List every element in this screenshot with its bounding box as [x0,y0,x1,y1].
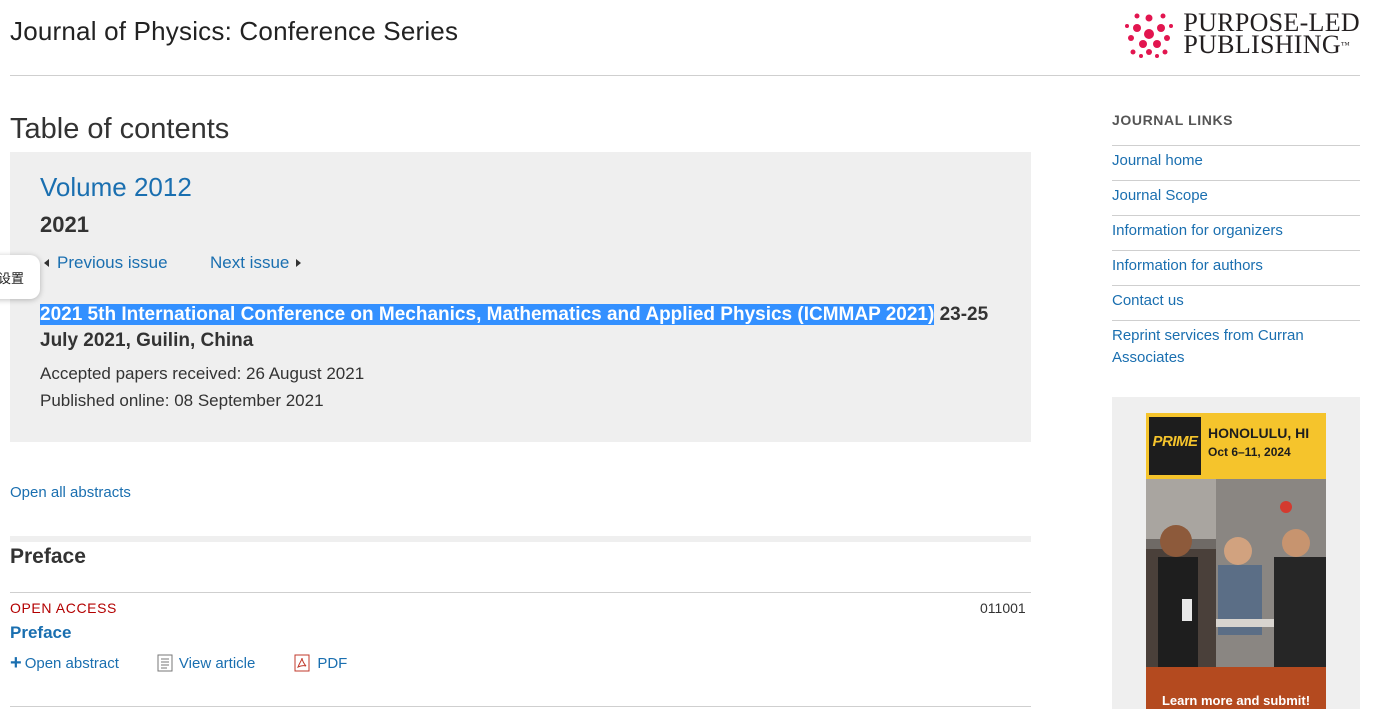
sidebar-link-contact[interactable]: Contact us [1112,286,1360,321]
conference-title: 2021 5th International Conference on Mec… [40,302,1000,354]
plus-icon: + [10,652,22,674]
issue-year: 2021 [40,212,89,237]
article-title-link[interactable]: Preface [10,623,71,643]
next-issue-link[interactable]: Next issue [210,253,302,273]
previous-issue-link[interactable]: Previous issue [44,253,168,273]
conference-title-selected: 2021 5th International Conference on Mec… [40,304,935,325]
page-title: Table of contents [10,113,230,145]
journal-title[interactable]: Journal of Physics: Conference Series [10,16,458,47]
ad-header: PRIME HONOLULU, HI Oct 6–11, 2024 [1146,413,1326,479]
pdf-link[interactable]: PDF [293,654,347,672]
pdf-label: PDF [317,654,348,672]
journal-links-sidebar: JOURNAL LINKS Journal home Journal Scope… [1112,112,1360,377]
site-header: Journal of Physics: Conference Series PU… [10,0,1360,76]
open-abstract-label: Open abstract [24,654,119,672]
open-abstract-button[interactable]: + Open abstract [10,652,119,674]
advertisement-panel: PRIME HONOLULU, HI Oct 6–11, 2024 Learn … [1112,397,1360,709]
prime-logo: PRIME [1149,417,1201,475]
caret-right-icon [296,259,302,267]
publisher-name: PURPOSE-LED PUBLISHING™ [1183,10,1360,58]
ad-dates: Oct 6–11, 2024 [1208,445,1291,459]
document-icon [157,654,173,672]
trademark-mark: ™ [1340,40,1351,50]
ad-cta-button[interactable]: Learn more and submit! [1146,667,1326,709]
caret-left-icon [44,259,49,267]
prime-ad-banner[interactable]: PRIME HONOLULU, HI Oct 6–11, 2024 Learn … [1146,413,1326,709]
volume-link[interactable]: Volume 2012 [40,172,192,203]
view-article-link[interactable]: View article [157,654,255,672]
dots-logo-icon [1125,13,1174,58]
view-article-label: View article [178,654,256,672]
sidebar-heading: JOURNAL LINKS [1112,112,1360,146]
section-heading-preface: Preface [10,545,86,568]
ad-city: HONOLULU, HI [1208,425,1310,441]
previous-issue-label: Previous issue [57,253,168,272]
publisher-logo[interactable]: PURPOSE-LED PUBLISHING™ [1123,8,1360,60]
publisher-line-2: PUBLISHING™ [1183,32,1360,58]
divider [10,706,1031,707]
sidebar-link-journal-home[interactable]: Journal home [1112,146,1360,181]
open-access-badge: OPEN ACCESS [10,600,117,616]
conference-photo [1146,479,1326,667]
article-actions: + Open abstract View article PDF [10,652,385,674]
accepted-date: Accepted papers received: 26 August 2021 [40,364,365,383]
divider [10,592,1031,593]
pdf-icon [294,654,310,672]
section-divider [10,536,1031,542]
published-date: Published online: 08 September 2021 [40,391,324,410]
sidebar-link-authors[interactable]: Information for authors [1112,251,1360,286]
settings-floating-button[interactable]: 设置 [0,255,40,299]
next-issue-label: Next issue [210,253,290,272]
open-all-abstracts-link[interactable]: Open all abstracts [10,484,131,501]
publisher-line-2-text: PUBLISHING [1183,30,1341,59]
sidebar-link-journal-scope[interactable]: Journal Scope [1112,181,1360,216]
sidebar-link-reprint-services[interactable]: Reprint services from Curran Associates [1112,321,1360,377]
sidebar-link-organizers[interactable]: Information for organizers [1112,216,1360,251]
issue-info-panel: Volume 2012 2021 Previous issue Next iss… [10,152,1031,442]
article-number: 011001 [980,600,1026,616]
